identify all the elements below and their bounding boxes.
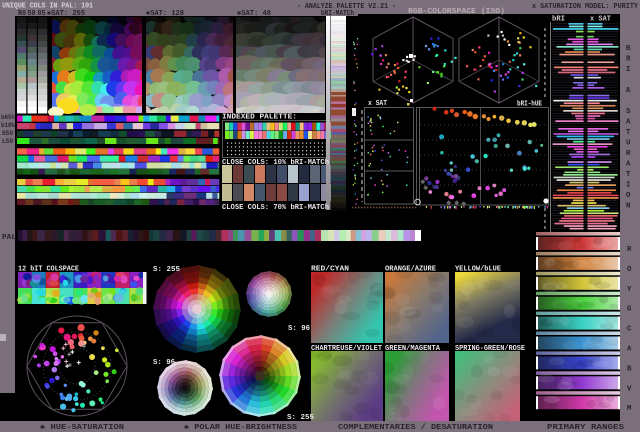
svg-text:b65%: b65% xyxy=(1,114,15,121)
svg-text:INDEXED PALETTE:: INDEXED PALETTE: xyxy=(222,114,297,122)
svg-text:I: I xyxy=(626,66,630,74)
svg-text:ORANGE/AZURE: ORANGE/AZURE xyxy=(385,266,437,274)
svg-text:YELLOW/bLUE: YELLOW/bLUE xyxy=(455,266,502,274)
svg-text:R: R xyxy=(626,150,631,158)
svg-text:V: V xyxy=(627,385,632,393)
svg-text:PRIMARY RANGES: PRIMARY RANGES xyxy=(547,424,625,432)
svg-text:b10%: b10% xyxy=(1,122,15,129)
svg-text:✱SAT: 255: ✱SAT: 255 xyxy=(47,10,86,18)
svg-text:O: O xyxy=(626,192,631,200)
svg-text:O: O xyxy=(627,266,632,274)
svg-text:GREEN/MAGENTA: GREEN/MAGENTA xyxy=(385,345,441,353)
svg-text:bRI-hUE: bRI-hUE xyxy=(517,101,542,109)
svg-text:L50: L50 xyxy=(2,138,13,145)
svg-text:A: A xyxy=(626,119,631,127)
svg-text:✱SAT: 48: ✱SAT: 48 xyxy=(237,10,272,18)
svg-text:T: T xyxy=(626,129,631,137)
svg-text:S: 96: S: 96 xyxy=(288,325,311,333)
svg-text:COMPLEMENTARIES / DESATURATION: COMPLEMENTARIES / DESATURATION xyxy=(338,424,493,432)
svg-text:RED/CYAN: RED/CYAN xyxy=(311,266,349,274)
svg-text:✱ HUE-SATURATION: ✱ HUE-SATURATION xyxy=(40,424,124,432)
svg-text:B: B xyxy=(627,365,632,373)
svg-text:&: & xyxy=(626,87,631,95)
svg-text:C: C xyxy=(627,326,632,334)
svg-text:S: 255: S: 255 xyxy=(287,414,315,422)
svg-text:Y: Y xyxy=(627,286,632,294)
svg-text:SPRING-GREEN/ROSE: SPRING-GREEN/ROSE xyxy=(455,345,526,353)
svg-text:RGB-COLORSPACE (ISO): RGB-COLORSPACE (ISO) xyxy=(408,8,505,16)
svg-text:S: S xyxy=(626,108,631,116)
svg-text:T: T xyxy=(626,171,631,179)
svg-text:R0: R0 xyxy=(18,10,27,18)
svg-text:bRI: bRI xyxy=(552,16,565,24)
svg-text:N: N xyxy=(626,203,630,211)
svg-text:CLOSE COLS: 10% bRI-MATCh: CLOSE COLS: 10% bRI-MATCh xyxy=(222,159,329,167)
svg-text:CHARTREUSE/VIOLET: CHARTREUSE/VIOLET xyxy=(311,345,383,353)
svg-text:R: R xyxy=(627,246,632,254)
svg-text:bRI-MATCh: bRI-MATCh xyxy=(321,10,354,18)
svg-text:B: B xyxy=(626,45,631,53)
svg-text:x SAT: x SAT xyxy=(590,16,612,24)
svg-text:S: 96: S: 96 xyxy=(153,359,176,367)
svg-text:✱ POLAR HUE-BRIGHTNESS: ✱ POLAR HUE-BRIGHTNESS xyxy=(184,424,298,432)
svg-text:R: R xyxy=(626,56,631,64)
svg-text:PAL: PAL xyxy=(2,234,17,242)
svg-text:A: A xyxy=(626,161,631,169)
svg-text:x SAT: x SAT xyxy=(368,100,387,108)
svg-text:✱SAT: 128: ✱SAT: 128 xyxy=(146,10,185,18)
svg-text:G: G xyxy=(627,306,632,314)
svg-text:A: A xyxy=(627,346,632,354)
svg-text:50: 50 xyxy=(28,10,37,18)
svg-text:S50: S50 xyxy=(2,130,13,137)
svg-text:S: 255: S: 255 xyxy=(153,266,181,274)
svg-text:M: M xyxy=(627,405,632,413)
svg-text:85: 85 xyxy=(38,10,47,18)
svg-text:12 bIT COLSPACE: 12 bIT COLSPACE xyxy=(18,266,80,274)
svg-text:CLOSE COLS: 70% bRI-MATCh: CLOSE COLS: 70% bRI-MATCh xyxy=(222,204,329,212)
svg-text:x SATURATION MODEL: PURITY: x SATURATION MODEL: PURITY xyxy=(532,3,639,11)
svg-text:U: U xyxy=(626,140,630,148)
svg-text:I: I xyxy=(626,182,630,190)
